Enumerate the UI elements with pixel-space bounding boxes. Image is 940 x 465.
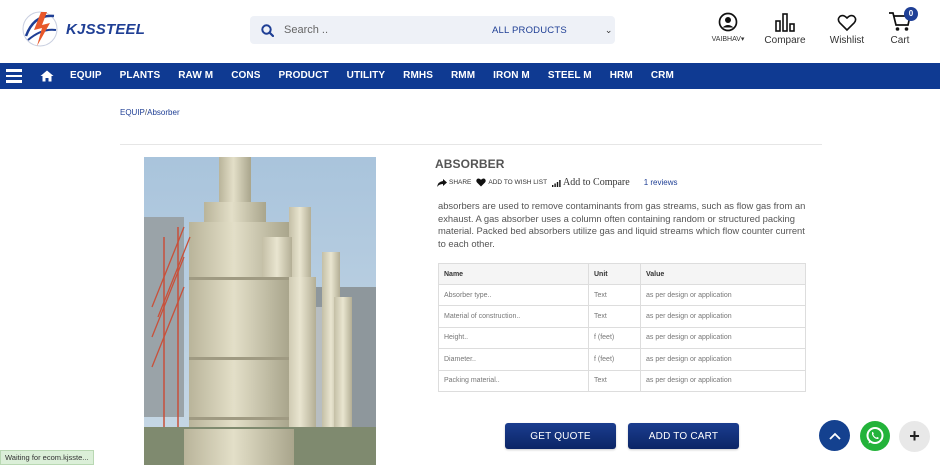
spec-value: as per design or application (640, 305, 806, 328)
browser-status-bar: Waiting for ecom.kjsste... (0, 450, 94, 465)
spec-unit: f (feet) (588, 326, 641, 350)
compare-label: Compare (764, 35, 806, 46)
reviews-link[interactable]: 1 reviews (644, 178, 678, 187)
spec-unit: Text (588, 283, 641, 307)
spec-value: as per design or application (640, 283, 806, 307)
heart-icon (476, 178, 487, 187)
nav-link-crm[interactable]: CRM (651, 63, 674, 89)
table-row: Packing material.. Text as per design or… (438, 369, 806, 392)
cart-link[interactable]: Cart 0 (882, 7, 918, 46)
spec-name: Diameter.. (438, 348, 589, 371)
add-to-cart-button[interactable]: ADD TO CART (628, 423, 739, 449)
category-select[interactable]: ALL PRODUCTS ⌄ (492, 16, 613, 44)
search-input[interactable] (284, 16, 474, 44)
breadcrumb-current[interactable]: Absorber (147, 108, 179, 117)
product-actions: SHARE ADD TO WISH LIST Add to Compare 1 … (437, 177, 678, 188)
signal-bars-icon (552, 179, 561, 187)
nav-link-iron-m[interactable]: IRON M (493, 63, 530, 89)
cart-count-badge: 0 (904, 7, 918, 21)
caret-down-icon: ▾ (740, 36, 745, 43)
spec-name: Height.. (438, 326, 589, 350)
spec-table: Name Unit Value Absorber type.. Text as … (438, 263, 806, 392)
table-row: Diameter.. f (feet) as per design or app… (438, 348, 806, 371)
category-select-value: ALL PRODUCTS (492, 24, 567, 36)
compare-action-label: Add to Compare (563, 177, 630, 188)
product-title: ABSORBER (435, 157, 505, 171)
product-image[interactable] (144, 157, 376, 465)
breadcrumb: EQUIP/Absorber (120, 108, 180, 117)
share-label: SHARE (449, 179, 472, 186)
menu-icon[interactable] (4, 63, 30, 89)
spec-header-row: Name Unit Value (438, 263, 806, 285)
nav-links: EQUIP PLANTS RAW M CONS PRODUCT UTILITY … (70, 63, 692, 89)
spec-header-unit: Unit (588, 263, 641, 285)
search-bar: ALL PRODUCTS ⌄ (250, 16, 615, 44)
heart-icon (826, 10, 868, 32)
brand-name: KJSSTEEL (66, 20, 146, 38)
table-row: Height.. f (feet) as per design or appli… (438, 326, 806, 350)
compare-link[interactable]: Compare (762, 10, 808, 46)
spec-value: as per design or application (640, 348, 806, 371)
add-to-compare-button[interactable]: Add to Compare (552, 177, 630, 188)
table-row: Absorber type.. Text as per design or ap… (438, 283, 806, 307)
spec-name: Material of construction.. (438, 305, 589, 328)
nav-link-product[interactable]: PRODUCT (278, 63, 328, 89)
spec-header-value: Value (640, 263, 806, 285)
add-to-wishlist-button[interactable]: ADD TO WISH LIST (476, 178, 547, 187)
share-icon (437, 178, 447, 187)
spec-unit: Text (588, 305, 641, 328)
user-icon (706, 10, 750, 32)
search-icon[interactable] (250, 16, 284, 44)
nav-link-utility[interactable]: UTILITY (347, 63, 385, 89)
spec-unit: f (feet) (588, 348, 641, 371)
spec-value: as per design or application (640, 369, 806, 392)
spec-value: as per design or application (640, 326, 806, 350)
logo-emblem-icon (20, 8, 64, 50)
brand-logo[interactable]: KJSSTEEL (20, 8, 145, 50)
wishlist-label: Wishlist (829, 35, 865, 46)
site-header: KJSSTEEL ALL PRODUCTS ⌄ VAIBHAV▾ Compare… (0, 0, 940, 62)
scroll-to-top-button[interactable] (819, 420, 850, 451)
nav-link-steel-m[interactable]: STEEL M (548, 63, 592, 89)
section-divider (120, 144, 822, 145)
nav-link-raw-m[interactable]: RAW M (178, 63, 213, 89)
spec-header-name: Name (438, 263, 589, 285)
get-quote-button[interactable]: GET QUOTE (505, 423, 616, 449)
product-description: absorbers are used to remove contaminant… (438, 200, 806, 249)
whatsapp-button[interactable] (860, 421, 890, 451)
nav-link-plants[interactable]: PLANTS (120, 63, 161, 89)
whatsapp-icon (866, 427, 884, 444)
home-icon[interactable] (40, 63, 56, 89)
share-button[interactable]: SHARE (437, 178, 472, 187)
account-menu[interactable]: VAIBHAV▾ (706, 10, 750, 43)
account-name: VAIBHAV (711, 36, 741, 43)
nav-link-rmhs[interactable]: RMHS (403, 63, 433, 89)
plus-icon[interactable]: + (899, 421, 930, 452)
spec-name: Packing material.. (438, 369, 589, 392)
main-nav: EQUIP PLANTS RAW M CONS PRODUCT UTILITY … (0, 63, 940, 89)
bar-chart-icon (762, 10, 808, 32)
chevron-down-icon: ⌄ (604, 24, 613, 35)
table-row: Material of construction.. Text as per d… (438, 305, 806, 328)
cart-label: Cart (890, 35, 910, 46)
wishlist-link[interactable]: Wishlist (826, 10, 868, 46)
nav-link-rmm[interactable]: RMM (451, 63, 475, 89)
nav-link-equip[interactable]: EQUIP (70, 63, 102, 89)
spec-unit: Text (588, 369, 641, 392)
nav-link-cons[interactable]: CONS (231, 63, 260, 89)
chevron-up-icon (828, 432, 841, 440)
breadcrumb-parent-link[interactable]: EQUIP (120, 108, 145, 117)
spec-name: Absorber type.. (438, 283, 589, 307)
wishlist-action-label: ADD TO WISH LIST (488, 179, 548, 186)
nav-link-hrm[interactable]: HRM (610, 63, 633, 89)
